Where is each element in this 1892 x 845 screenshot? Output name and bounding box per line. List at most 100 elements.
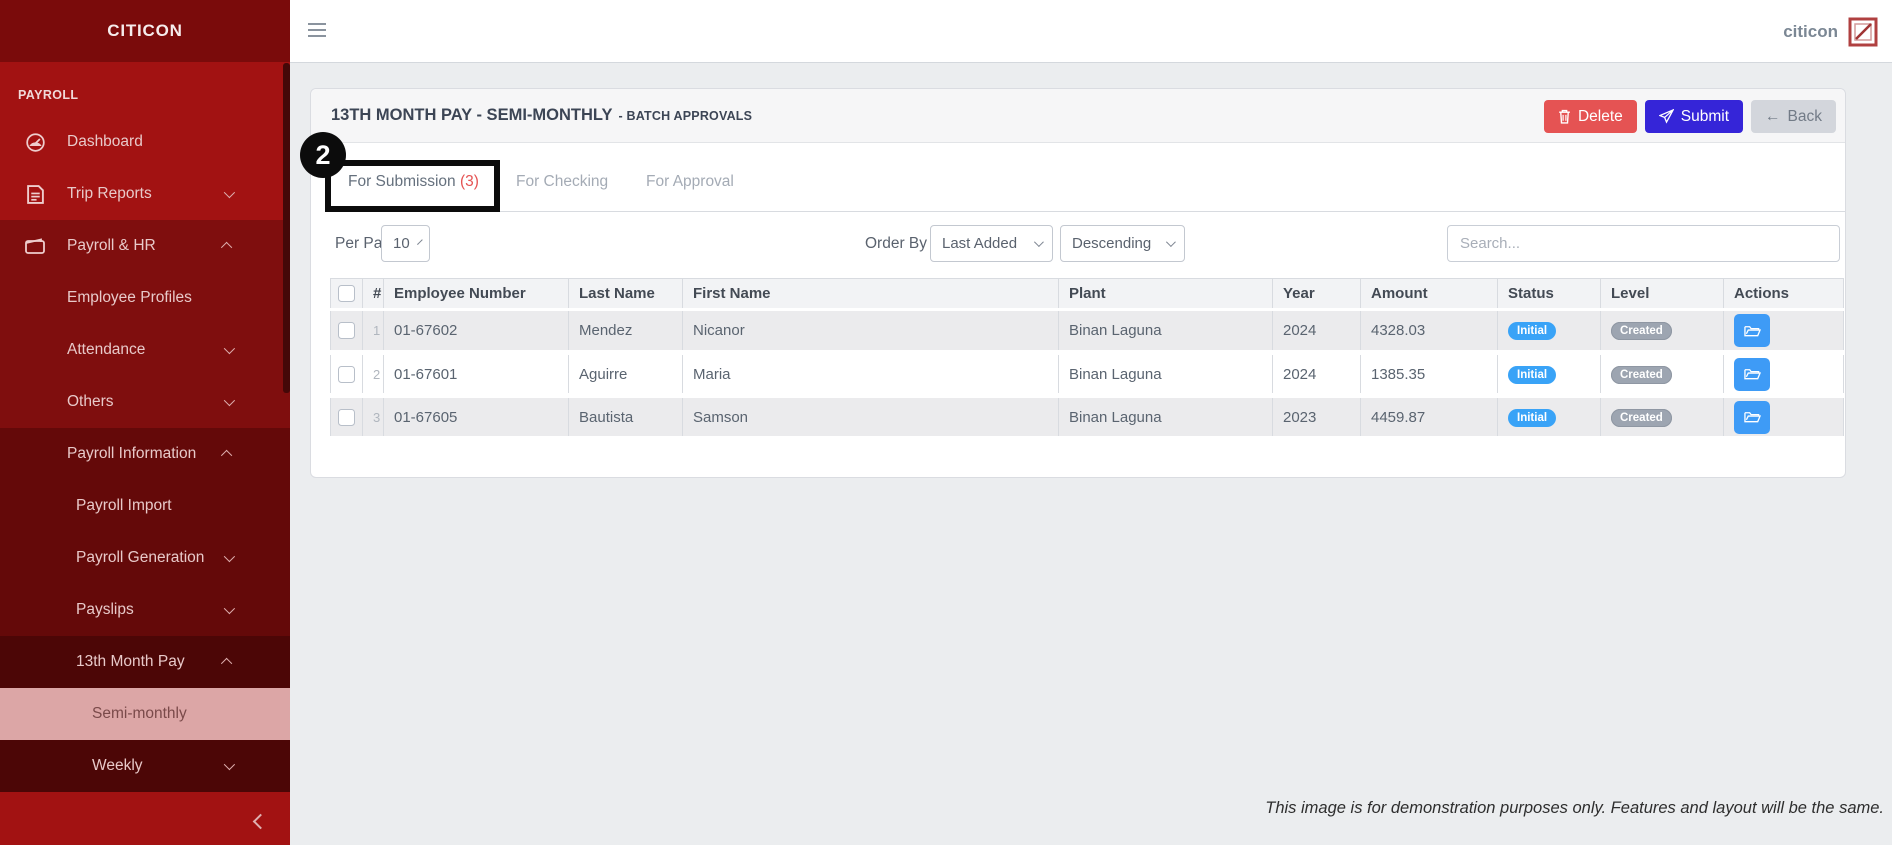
- sidebar-item-payroll-information[interactable]: Payroll Information: [0, 428, 290, 480]
- sidebar-item-label: Payroll Import: [0, 497, 172, 515]
- table-row: 3 01-67605 Bautista Samson Binan Laguna …: [331, 396, 1844, 439]
- folder-icon: [1744, 367, 1761, 381]
- annotation-step-badge: 2: [300, 132, 346, 178]
- row-checkbox[interactable]: [338, 366, 355, 383]
- sidebar: CITICON PAYROLL Dashboard Trip Reports P…: [0, 0, 290, 845]
- select-all-checkbox[interactable]: [338, 285, 355, 302]
- per-page-select[interactable]: 10: [381, 225, 430, 262]
- tab-label: For Approval: [646, 173, 734, 190]
- row-num: 3: [363, 396, 384, 439]
- thirteenth-month-group: 13th Month Pay Semi-monthly Weekly: [0, 636, 290, 792]
- sidebar-item-label: Others: [0, 393, 114, 411]
- level-badge: Created: [1611, 322, 1672, 340]
- row-num: 1: [363, 310, 384, 353]
- search-input[interactable]: [1447, 225, 1840, 262]
- sidebar-item-13th-month-pay[interactable]: 13th Month Pay: [0, 636, 290, 688]
- folder-icon: [1744, 410, 1761, 424]
- tab-label: For Checking: [516, 173, 608, 190]
- open-folder-button[interactable]: [1734, 314, 1770, 347]
- sidebar-item-attendance[interactable]: Attendance: [0, 324, 290, 376]
- plant-cell: Binan Laguna: [1059, 396, 1273, 439]
- amount-cell: 4328.03: [1361, 310, 1498, 353]
- year-cell: 2024: [1273, 353, 1361, 396]
- sidebar-item-others[interactable]: Others: [0, 376, 290, 428]
- sidebar-nav: PAYROLL Dashboard Trip Reports Payroll &…: [0, 62, 290, 792]
- submit-button-label: Submit: [1681, 108, 1729, 126]
- sidebar-item-label: Dashboard: [0, 133, 143, 151]
- status-badge: Initial: [1508, 409, 1556, 427]
- employee-number-cell: 01-67602: [384, 310, 569, 353]
- sidebar-item-label: Semi-monthly: [0, 705, 187, 723]
- direction-select[interactable]: Descending: [1060, 225, 1185, 262]
- chevron-down-icon: [224, 187, 235, 198]
- back-button-label: Back: [1788, 108, 1822, 126]
- sidebar-item-trip-reports[interactable]: Trip Reports: [0, 168, 290, 220]
- tab-label: For Submission: [348, 173, 456, 190]
- chevron-down-icon: [1034, 237, 1044, 247]
- sidebar-item-payroll-hr[interactable]: Payroll & HR: [0, 220, 290, 272]
- chevron-up-icon: [221, 242, 232, 253]
- page-title: 13TH MONTH PAY - SEMI-MONTHLY: [331, 106, 612, 125]
- hamburger-menu-icon[interactable]: [308, 23, 326, 37]
- employee-number-cell: 01-67605: [384, 396, 569, 439]
- chevron-left-icon[interactable]: [253, 814, 269, 830]
- col-num: #: [363, 279, 384, 310]
- sidebar-item-payroll-generation[interactable]: Payroll Generation: [0, 532, 290, 584]
- sidebar-brand-header: CITICON: [0, 0, 290, 62]
- back-button[interactable]: ← Back: [1751, 100, 1836, 133]
- plant-cell: Binan Laguna: [1059, 310, 1273, 353]
- tabs-divider: [330, 211, 1845, 212]
- col-last-name: Last Name: [569, 279, 683, 310]
- sidebar-item-payroll-import[interactable]: Payroll Import: [0, 480, 290, 532]
- per-page-value: 10: [393, 235, 410, 252]
- sidebar-item-employee-profiles[interactable]: Employee Profiles: [0, 272, 290, 324]
- status-badge: Initial: [1508, 322, 1556, 340]
- sidebar-item-label: Employee Profiles: [0, 289, 192, 307]
- chevron-down-icon: [417, 239, 423, 245]
- first-name-cell: Nicanor: [683, 310, 1059, 353]
- col-employee-number: Employee Number: [384, 279, 569, 310]
- delete-button[interactable]: Delete: [1544, 100, 1637, 133]
- sidebar-item-payslips[interactable]: Payslips: [0, 584, 290, 636]
- col-actions: Actions: [1724, 279, 1844, 310]
- level-badge: Created: [1611, 366, 1672, 384]
- delete-button-label: Delete: [1578, 108, 1623, 126]
- table-row: 2 01-67601 Aguirre Maria Binan Laguna 20…: [331, 353, 1844, 396]
- row-checkbox[interactable]: [338, 322, 355, 339]
- payroll-information-group: Payroll Information Payroll Import Payro…: [0, 428, 290, 792]
- chevron-up-icon: [221, 450, 232, 461]
- first-name-cell: Maria: [683, 353, 1059, 396]
- sidebar-item-label: Trip Reports: [0, 185, 152, 203]
- sidebar-item-label: Weekly: [0, 757, 143, 775]
- folder-icon: [1744, 324, 1761, 338]
- sidebar-item-label: Payroll Information: [0, 445, 196, 463]
- year-cell: 2023: [1273, 396, 1361, 439]
- sidebar-item-semi-monthly[interactable]: Semi-monthly: [0, 688, 290, 740]
- chevron-down-icon: [224, 395, 235, 406]
- open-folder-button[interactable]: [1734, 358, 1770, 391]
- sidebar-item-dashboard[interactable]: Dashboard: [0, 116, 290, 168]
- dashboard-icon: [24, 131, 46, 153]
- main-content: 13TH MONTH PAY - SEMI-MONTHLY - BATCH AP…: [290, 63, 1892, 845]
- col-status: Status: [1498, 279, 1601, 310]
- open-folder-button[interactable]: [1734, 401, 1770, 434]
- tab-for-submission[interactable]: For Submission (3): [348, 173, 479, 191]
- sidebar-section-label: PAYROLL: [0, 62, 290, 116]
- level-badge: Created: [1611, 409, 1672, 427]
- tab-count-badge: (3): [460, 173, 479, 190]
- sidebar-item-weekly[interactable]: Weekly: [0, 740, 290, 792]
- row-checkbox[interactable]: [338, 409, 355, 426]
- submit-button[interactable]: Submit: [1645, 100, 1743, 133]
- tab-for-approval[interactable]: For Approval: [646, 173, 734, 191]
- chevron-down-icon: [224, 551, 235, 562]
- arrow-left-icon: ←: [1765, 108, 1781, 126]
- order-by-value: Last Added: [942, 235, 1017, 252]
- order-by-select[interactable]: Last Added: [930, 225, 1053, 262]
- tab-for-checking[interactable]: For Checking: [516, 173, 608, 191]
- year-cell: 2024: [1273, 310, 1361, 353]
- page-subtitle: - BATCH APPROVALS: [618, 109, 752, 123]
- trash-icon: [1558, 109, 1571, 124]
- order-by-label: Order By: [865, 225, 927, 262]
- sidebar-scrollbar[interactable]: [283, 63, 290, 393]
- col-plant: Plant: [1059, 279, 1273, 310]
